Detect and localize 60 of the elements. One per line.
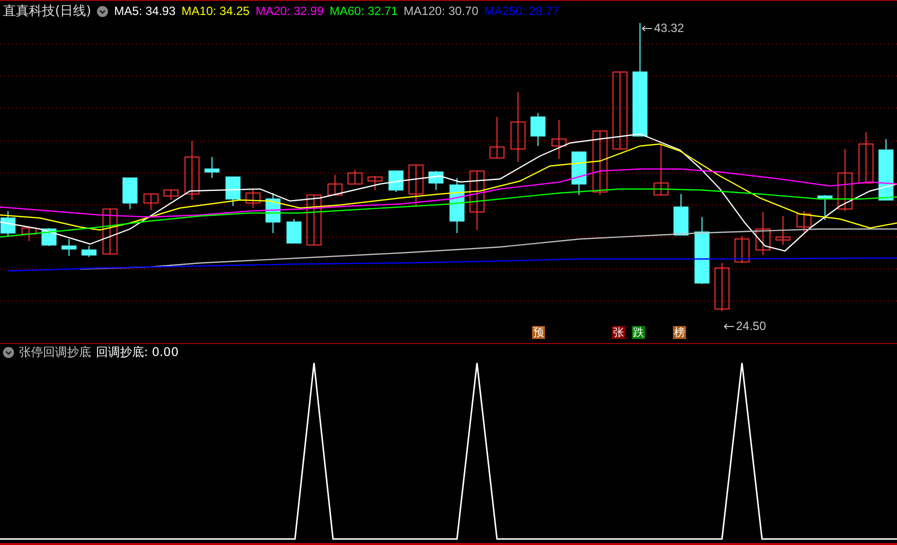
candle: [428, 170, 444, 190]
candle: [838, 148, 852, 212]
candle: [776, 216, 790, 246]
arrow-icon: [723, 322, 735, 330]
candle: [878, 138, 894, 200]
candle: [266, 192, 280, 234]
ma-legend-value: MA60: 32.71: [330, 4, 398, 18]
candle: [756, 212, 770, 256]
candle: [122, 178, 138, 210]
candle: [226, 176, 240, 206]
arrow-icon: [641, 24, 653, 32]
candle: [102, 208, 118, 254]
indicator-title: 张停回调抄底: [19, 344, 91, 360]
candle: [0, 210, 16, 236]
candle: [184, 140, 200, 200]
candle: [572, 152, 586, 196]
candle: [694, 216, 710, 284]
ma-legend-value: MA5: 34.93: [114, 4, 176, 18]
signal-badge: 跌: [632, 326, 645, 339]
candle: [490, 116, 504, 158]
candle: [450, 178, 464, 234]
dropdown-icon[interactable]: [97, 6, 108, 16]
candle: [408, 164, 424, 206]
candle: [734, 236, 750, 264]
candle: [348, 170, 362, 184]
signal-badge: 张: [612, 326, 625, 339]
candle: [552, 120, 566, 160]
candle: [22, 228, 36, 242]
candle: [818, 194, 832, 220]
candle: [328, 174, 342, 196]
ma-legend-value: MA20: 32.99: [256, 4, 324, 18]
dropdown-icon[interactable]: [3, 346, 14, 358]
ma-legend-value: MA250: 28.77: [484, 4, 560, 18]
candle: [470, 170, 484, 230]
stock-title: 直真科技(日线): [3, 3, 92, 20]
candle: [246, 190, 260, 208]
candle: [286, 218, 302, 244]
signal-badge: 榜: [673, 326, 686, 339]
candle: [510, 92, 526, 162]
candle: [714, 262, 730, 312]
candle: [204, 156, 220, 178]
high-price-label: 43.32: [654, 21, 684, 35]
candle: [306, 194, 322, 246]
candle: [858, 132, 874, 184]
candle: [62, 238, 76, 256]
candle: [388, 170, 404, 192]
candle: [144, 194, 158, 210]
candle: [368, 176, 382, 190]
candle: [530, 112, 546, 146]
candle: [674, 194, 688, 236]
candle: [654, 144, 668, 196]
ma-legend-value: MA10: 34.25: [182, 4, 250, 18]
candle: [592, 130, 608, 196]
candle: [796, 210, 812, 232]
candle: [82, 246, 96, 258]
indicator-reading: 回调抄底: 0.00: [96, 344, 179, 360]
candle: [164, 190, 178, 200]
ma-legend-value: MA120: 30.70: [404, 4, 478, 18]
low-price-label: 24.50: [736, 319, 766, 333]
signal-badge: 预: [532, 326, 545, 339]
